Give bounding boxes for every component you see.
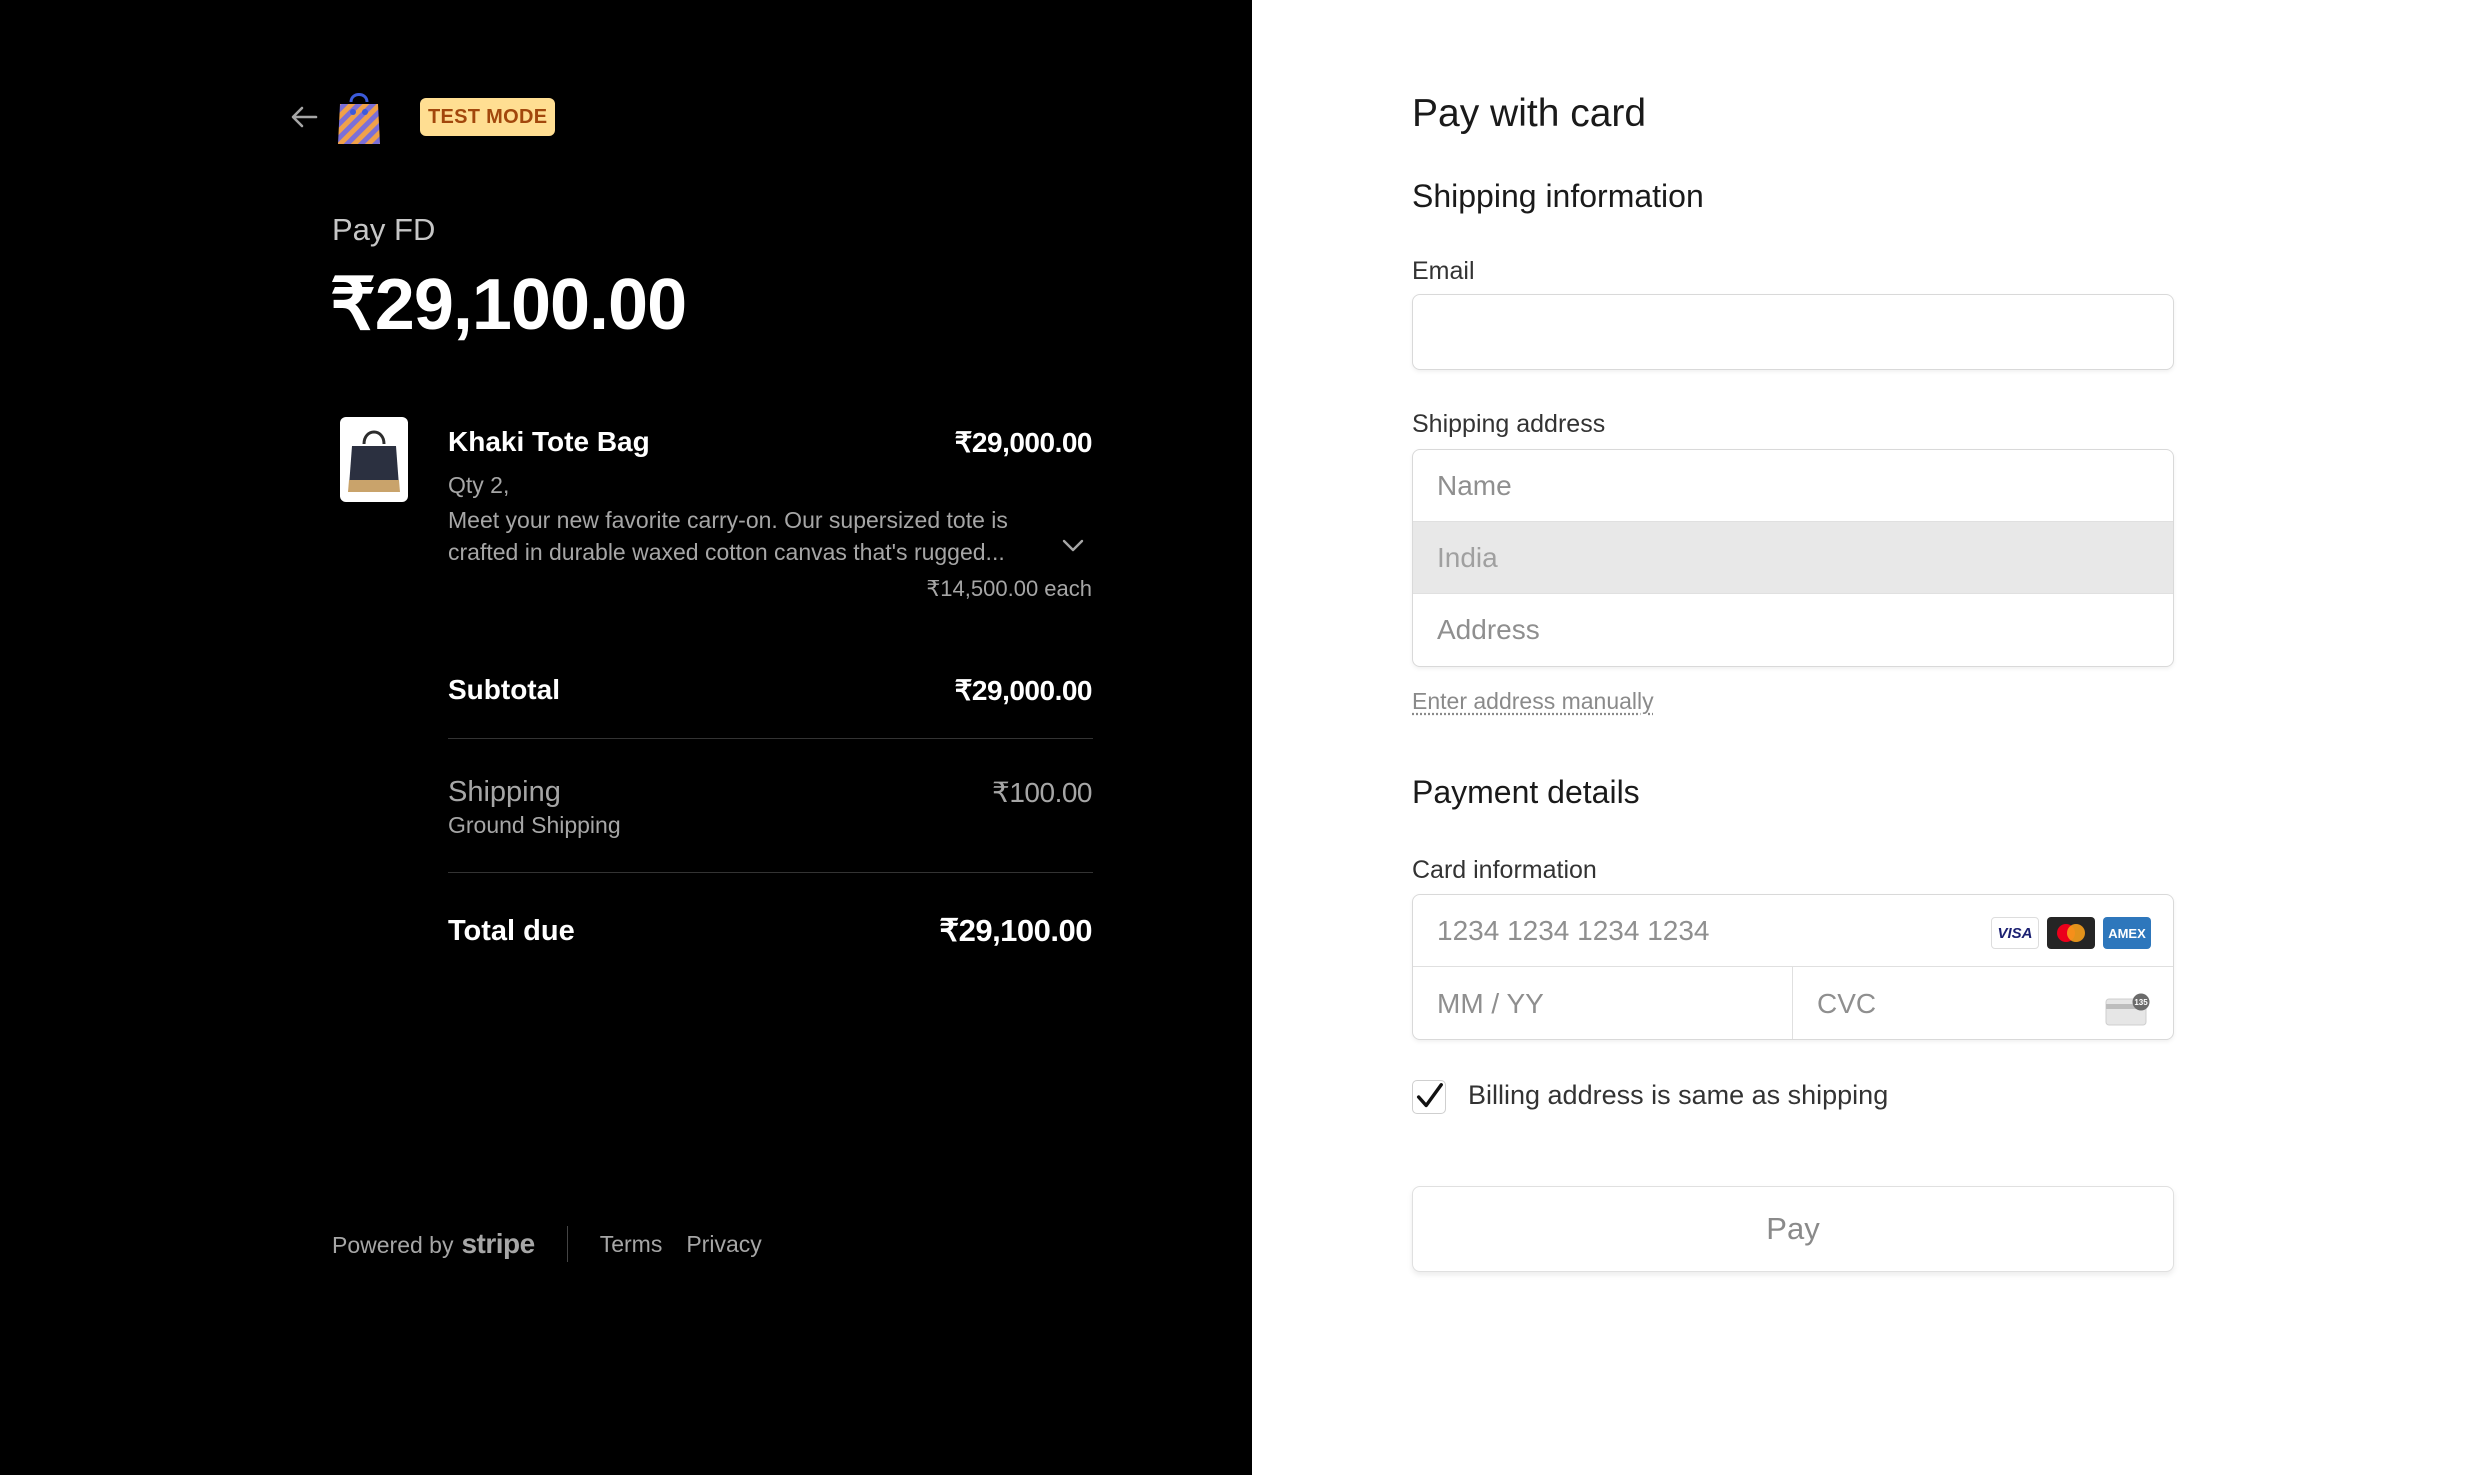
- divider: [448, 738, 1093, 739]
- chevron-down-icon[interactable]: [1060, 532, 1086, 558]
- expiry-field[interactable]: MM / YY: [1413, 967, 1793, 1039]
- shipping-address-group: Name India Address: [1412, 449, 2174, 667]
- privacy-link[interactable]: Privacy: [686, 1231, 761, 1258]
- shipping-label: Shipping: [448, 776, 561, 808]
- mastercard-icon: [2047, 917, 2095, 949]
- pay-button[interactable]: Pay: [1412, 1186, 2174, 1272]
- stripe-logo: stripe: [461, 1228, 535, 1259]
- shipping-address-label: Shipping address: [1412, 410, 1606, 438]
- billing-same-label: Billing address is same as shipping: [1468, 1080, 1889, 1110]
- footer: Powered by stripe Terms Privacy: [332, 1226, 786, 1262]
- email-label: Email: [1412, 257, 1475, 285]
- product-image: [340, 417, 408, 502]
- name-field[interactable]: Name: [1413, 450, 2173, 522]
- divider: [566, 1226, 568, 1262]
- card-input-group: 1234 1234 1234 1234 VISA AMEX MM / YY CV…: [1412, 894, 2174, 1040]
- payment-heading: Payment details: [1412, 774, 1640, 810]
- powered-by-stripe[interactable]: Powered by stripe: [332, 1228, 535, 1260]
- powered-by-label: Powered by: [332, 1232, 454, 1258]
- shipping-value: ₹100.00: [992, 777, 1092, 808]
- order-summary-panel: TEST MODE Pay FD ₹29,100.00 Khaki Tote B…: [0, 0, 1252, 1475]
- email-field[interactable]: [1412, 294, 2174, 370]
- shopping-bag-icon: [336, 88, 382, 146]
- card-brands: VISA AMEX: [1991, 917, 2151, 949]
- enter-address-manually-link[interactable]: Enter address manually: [1412, 688, 1654, 715]
- billing-same-checkbox[interactable]: [1412, 1080, 1446, 1114]
- product-description: Meet your new favorite carry-on. Our sup…: [448, 507, 1008, 565]
- product-quantity: Qty 2,: [448, 472, 510, 498]
- subtotal-label: Subtotal: [448, 674, 560, 705]
- amex-icon: AMEX: [2103, 917, 2151, 949]
- product-unit-price: ₹14,500.00 each: [926, 576, 1092, 601]
- payment-form-panel: Pay with card Shipping information Email…: [1252, 0, 2469, 1475]
- divider: [448, 872, 1093, 873]
- visa-icon: VISA: [1991, 917, 2039, 949]
- total-due-label: Total due: [448, 915, 575, 947]
- terms-link[interactable]: Terms: [600, 1231, 663, 1258]
- cvc-card-icon: 135: [2105, 981, 2151, 1026]
- arrow-left-icon[interactable]: [288, 103, 320, 131]
- test-mode-badge: TEST MODE: [420, 98, 556, 136]
- shipping-heading: Shipping information: [1412, 178, 1704, 214]
- total-amount: ₹29,100.00: [330, 265, 687, 345]
- cvc-placeholder: CVC: [1817, 988, 1877, 1019]
- product-price: ₹29,000.00: [954, 427, 1093, 458]
- product-name: Khaki Tote Bag: [448, 426, 650, 457]
- shipping-method: Ground Shipping: [448, 812, 621, 838]
- cvc-field[interactable]: CVC 135: [1793, 967, 2173, 1039]
- page-title: Pay with card: [1412, 92, 1647, 135]
- merchant-title: Pay FD: [332, 212, 436, 247]
- card-info-label: Card information: [1412, 856, 1597, 884]
- subtotal-value: ₹29,000.00: [954, 675, 1093, 706]
- cvc-badge-text: 135: [2134, 998, 2148, 1007]
- total-due-value: ₹29,100.00: [939, 913, 1092, 948]
- country-select[interactable]: India: [1413, 522, 2173, 594]
- address-field[interactable]: Address: [1413, 594, 2173, 666]
